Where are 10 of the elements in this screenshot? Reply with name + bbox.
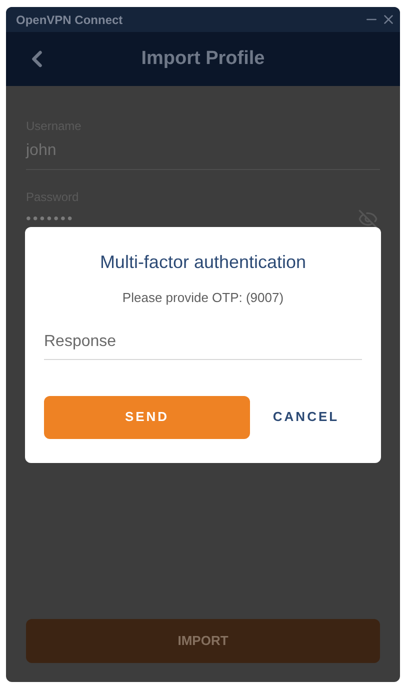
- response-field[interactable]: Response: [44, 330, 362, 360]
- dialog-title: Multi-factor authentication: [100, 251, 306, 274]
- close-icon[interactable]: [381, 12, 396, 27]
- window-title: OpenVPN Connect: [16, 12, 124, 28]
- password-field[interactable]: •••••••: [26, 208, 358, 229]
- page-title: Import Profile: [141, 46, 265, 71]
- send-button[interactable]: SEND: [44, 396, 250, 438]
- cancel-button[interactable]: CANCEL: [250, 396, 362, 438]
- dialog-message: Please provide OTP: (9007): [122, 289, 284, 307]
- eye-off-icon[interactable]: [358, 208, 378, 228]
